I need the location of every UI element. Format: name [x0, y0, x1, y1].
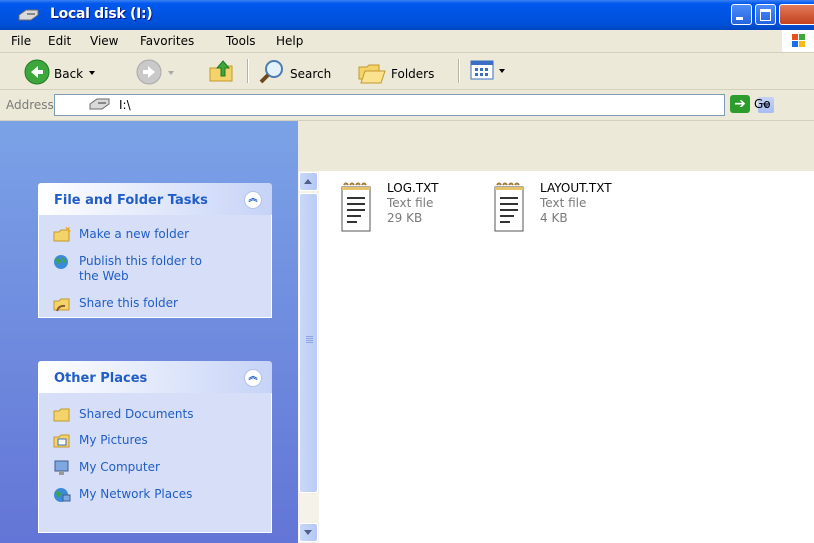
back-label: Back [54, 66, 84, 81]
new-folder-icon [53, 226, 72, 246]
task-label: Publish this folder to the Web [79, 254, 202, 283]
menu-edit[interactable]: Edit [48, 34, 71, 48]
forward-button[interactable] [136, 59, 176, 88]
forward-dropdown-icon[interactable] [166, 67, 176, 81]
share-folder-icon [53, 296, 71, 315]
forward-arrow-icon [136, 59, 162, 88]
panel-body: Shared Documents My Pictures My Computer… [38, 393, 272, 533]
my-computer-icon [53, 460, 71, 479]
my-pictures-icon [53, 433, 71, 452]
back-button[interactable]: Back [24, 59, 97, 88]
go-button[interactable]: ➔ Go [730, 95, 771, 113]
network-places-icon [53, 487, 71, 506]
folders-icon [357, 59, 387, 88]
other-places-panel: Other Places ︽ Shared Documents My Pictu… [38, 361, 272, 533]
folder-icon [53, 407, 71, 426]
file-type: Text file [387, 196, 434, 210]
views-icon [470, 59, 494, 84]
collapse-chevron-icon[interactable]: ︽ [244, 369, 262, 387]
window-title: Local disk (I:) [50, 6, 153, 22]
menu-help[interactable]: Help [276, 34, 303, 48]
task-label: Make a new folder [79, 227, 190, 241]
menu-view[interactable]: View [90, 34, 118, 48]
folders-button[interactable]: Folders [357, 59, 434, 88]
menu-favorites[interactable]: Favorites [140, 34, 194, 48]
toolbar-separator [458, 59, 459, 83]
maximize-button[interactable] [755, 4, 776, 25]
scroll-thumb[interactable] [299, 193, 318, 493]
task-make-new-folder[interactable]: Make a new folder [53, 226, 190, 246]
title-bar[interactable]: Local disk (I:) [0, 0, 814, 30]
drive-icon [89, 97, 111, 114]
place-label: My Computer [79, 460, 160, 474]
folders-label: Folders [391, 66, 435, 81]
task-publish-web[interactable]: Publish this folder to the Web [53, 254, 213, 284]
place-label: My Pictures [79, 433, 148, 447]
menu-tools[interactable]: Tools [226, 34, 256, 48]
views-dropdown-icon[interactable] [498, 65, 506, 79]
panel-header[interactable]: File and Folder Tasks ︽ [38, 183, 272, 215]
minimize-button[interactable] [731, 4, 752, 25]
file-type: Text file [540, 196, 587, 210]
back-arrow-icon [24, 59, 50, 88]
menu-bar: File Edit View Favorites Tools Help [0, 30, 814, 53]
panel-header[interactable]: Other Places ︽ [38, 361, 272, 393]
file-name: LOG.TXT [387, 181, 439, 195]
place-label: Shared Documents [79, 407, 194, 421]
scroll-up-button[interactable] [299, 172, 318, 191]
back-dropdown-icon[interactable] [87, 67, 97, 81]
up-folder-button[interactable] [208, 59, 236, 88]
file-size: 4 KB [540, 211, 568, 225]
place-my-pictures[interactable]: My Pictures [53, 433, 148, 452]
panel-title: File and Folder Tasks [54, 193, 208, 208]
task-pane: File and Folder Tasks ︽ Make a new folde… [0, 121, 298, 543]
go-label: Go [754, 97, 771, 111]
text-file-icon [492, 181, 526, 238]
publish-web-icon [53, 254, 71, 273]
file-size: 29 KB [387, 211, 423, 225]
file-list-view: LOG.TXT Text file 29 KB LAYOUT.TXT Text … [319, 171, 814, 543]
go-arrow-icon: ➔ [730, 95, 750, 113]
vertical-scrollbar[interactable] [298, 171, 319, 543]
drive-icon [18, 9, 40, 24]
address-bar: Address I:\ ➔ Go [0, 90, 814, 121]
search-button[interactable]: Search [258, 59, 331, 88]
place-my-computer[interactable]: My Computer [53, 460, 160, 479]
place-label: My Network Places [79, 487, 193, 501]
toolbar: Back Search Folders [0, 53, 814, 90]
task-share-folder[interactable]: Share this folder [53, 296, 178, 315]
collapse-chevron-icon[interactable]: ︽ [244, 191, 262, 209]
panel-body: Make a new folder Publish this folder to… [38, 215, 272, 318]
search-icon [258, 59, 286, 88]
task-label: Share this folder [79, 296, 178, 310]
file-item[interactable]: LOG.TXT Text file 29 KB [339, 181, 439, 238]
toolbar-separator [247, 59, 248, 83]
file-folder-tasks-panel: File and Folder Tasks ︽ Make a new folde… [38, 183, 272, 318]
panel-title: Other Places [54, 371, 148, 386]
scroll-down-button[interactable] [299, 523, 318, 542]
address-path: I:\ [119, 98, 131, 112]
place-shared-documents[interactable]: Shared Documents [53, 407, 193, 426]
place-my-network-places[interactable]: My Network Places [53, 487, 192, 506]
windows-logo-icon [782, 30, 814, 52]
up-folder-icon [208, 59, 236, 88]
views-button[interactable] [470, 59, 506, 84]
file-name: LAYOUT.TXT [540, 181, 612, 195]
close-button[interactable] [779, 4, 814, 25]
file-item[interactable]: LAYOUT.TXT Text file 4 KB [492, 181, 612, 238]
text-file-icon [339, 181, 373, 238]
address-input[interactable]: I:\ [54, 94, 774, 116]
search-label: Search [290, 66, 332, 81]
menu-file[interactable]: File [11, 34, 31, 48]
address-label: Address [6, 98, 54, 112]
